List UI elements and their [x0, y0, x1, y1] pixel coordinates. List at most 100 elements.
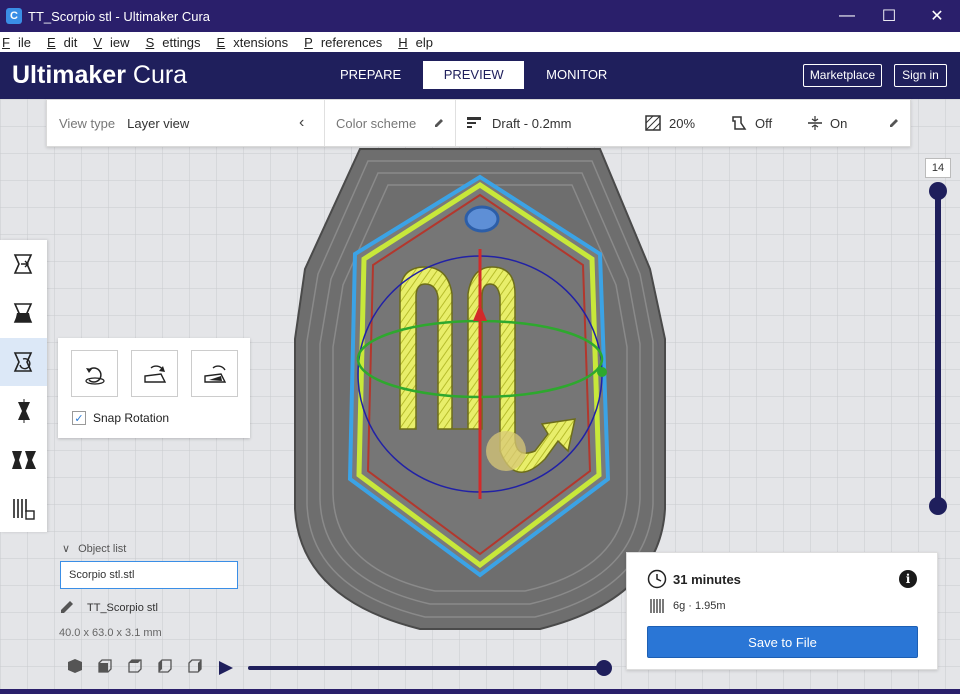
scale-tool[interactable]	[0, 289, 47, 337]
object-list-toggle[interactable]: ∨ Object list	[62, 542, 126, 555]
view-top-button[interactable]	[120, 655, 150, 677]
view-type-value: Layer view	[127, 115, 190, 131]
view-type-selector[interactable]: View type Layer view ‹	[59, 100, 304, 146]
play-icon[interactable]	[219, 661, 233, 675]
object-list-item[interactable]: Scorpio stl.stl	[60, 561, 238, 589]
window-title: TT_Scorpio stl - Ultimaker Cura	[28, 9, 211, 24]
rotate-icon	[13, 352, 32, 372]
top-view-icon	[128, 659, 142, 673]
mirror-tool[interactable]	[0, 387, 47, 435]
rotate-tool[interactable]	[0, 338, 47, 386]
color-scheme-label: Color scheme	[336, 115, 417, 131]
simulation-slider[interactable]	[212, 657, 622, 679]
view-toolbar: View type Layer view ‹ Color scheme Draf…	[46, 99, 911, 147]
pencil-icon[interactable]	[59, 599, 75, 615]
menu-file[interactable]: File	[2, 35, 39, 50]
menu-bar: File Edit View Settings Extensions Prefe…	[0, 32, 960, 52]
support-blocker-icon	[12, 499, 35, 520]
ultimaker-cura-logo: Ultimaker Cura	[12, 61, 188, 89]
tab-monitor[interactable]: MONITOR	[528, 61, 625, 89]
adhesion-icon	[808, 116, 822, 130]
view-type-label: View type	[59, 115, 116, 131]
reset-rotation-button[interactable]	[71, 350, 118, 397]
chevron-down-icon: ∨	[62, 543, 71, 555]
layer-slider[interactable]: 14	[920, 157, 956, 517]
lay-flat-button[interactable]	[131, 350, 178, 397]
menu-preferences[interactable]: Preferences	[304, 35, 390, 50]
move-tool[interactable]	[0, 240, 47, 288]
per-model-settings-tool[interactable]	[0, 436, 47, 484]
stage-tabs: PREPARE PREVIEW MONITOR	[322, 61, 629, 89]
tool-panel	[0, 240, 47, 532]
chevron-left-icon: ‹	[299, 114, 305, 131]
color-scheme-selector[interactable]: Color scheme	[336, 100, 445, 146]
object-list-label: Object list	[78, 543, 127, 555]
sign-in-button[interactable]: Sign in	[894, 64, 947, 87]
print-settings-selector[interactable]: Draft - 0.2mm 20% Off On	[467, 100, 907, 146]
tab-preview[interactable]: PREVIEW	[423, 61, 525, 89]
object-dimensions: 40.0 x 63.0 x 3.1 mm	[59, 627, 162, 639]
right-view-icon	[188, 659, 202, 673]
info-icon[interactable]: i	[899, 570, 917, 588]
snap-rotation-label: Snap Rotation	[93, 411, 170, 425]
infill-value: 20%	[669, 115, 696, 131]
divider	[455, 100, 456, 146]
menu-extensions[interactable]: Extensions	[217, 35, 297, 50]
pencil-icon	[435, 119, 444, 127]
profile-icon	[467, 117, 481, 128]
view-front-button[interactable]	[90, 655, 120, 677]
view-right-button[interactable]	[180, 655, 210, 677]
infill-icon	[645, 115, 661, 131]
layer-track	[935, 191, 941, 505]
3d-view-icon	[68, 659, 82, 673]
adhesion-value: On	[830, 115, 848, 131]
support-icon	[732, 116, 747, 130]
view-3d-button[interactable]	[60, 655, 90, 677]
menu-settings[interactable]: Settings	[146, 35, 209, 50]
reset-rotation-icon	[84, 366, 105, 385]
checkmark-icon: ✓	[72, 411, 86, 425]
select-face-to-align-button[interactable]	[191, 350, 238, 397]
per-model-settings-icon	[11, 451, 36, 469]
maximize-button[interactable]: ☐	[866, 0, 912, 32]
marketplace-button[interactable]: Marketplace	[803, 64, 882, 87]
rotate-options-panel: ✓ Snap Rotation	[58, 338, 250, 438]
menu-edit[interactable]: Edit	[47, 35, 85, 50]
title-bar: C TT_Scorpio stl - Ultimaker Cura — ☐ ✕	[0, 0, 960, 32]
menu-help[interactable]: Help	[398, 35, 441, 50]
support-blocker-tool[interactable]	[0, 485, 47, 533]
move-icon	[13, 254, 32, 274]
simulation-handle[interactable]	[596, 660, 612, 676]
left-view-icon	[158, 659, 172, 673]
print-information-panel: 31 minutes i 6g · 1.95m Save to File	[626, 552, 938, 670]
camera-view-buttons	[60, 655, 210, 677]
front-view-icon	[98, 659, 112, 673]
layer-bottom-handle[interactable]	[929, 497, 947, 515]
job-name[interactable]: TT_Scorpio stl	[87, 602, 158, 614]
simulation-slider-graphic	[219, 660, 612, 676]
snap-rotation-checkbox[interactable]: ✓ Snap Rotation	[72, 411, 169, 425]
close-button[interactable]: ✕	[914, 0, 960, 32]
cura-app-icon: C	[6, 8, 22, 24]
lay-flat-icon	[143, 364, 166, 383]
layer-top-handle[interactable]	[929, 182, 947, 200]
save-to-file-button[interactable]: Save to File	[647, 626, 918, 658]
material-spool-icon	[650, 599, 664, 613]
profile-value: Draft - 0.2mm	[492, 115, 572, 131]
pencil-icon	[890, 119, 898, 127]
align-face-icon	[203, 364, 226, 383]
mirror-icon	[17, 399, 30, 423]
divider	[324, 100, 325, 146]
material-usage: 6g · 1.95m	[673, 600, 726, 612]
clock-icon	[647, 569, 667, 589]
support-value: Off	[755, 115, 773, 131]
tab-prepare[interactable]: PREPARE	[322, 61, 419, 89]
print-time: 31 minutes	[673, 572, 741, 587]
window-bottom-border	[0, 689, 960, 694]
model-layer-view	[294, 148, 666, 630]
layer-slider-graphic	[929, 182, 947, 515]
view-left-button[interactable]	[150, 655, 180, 677]
minimize-button[interactable]: —	[824, 0, 870, 32]
menu-view[interactable]: View	[93, 35, 137, 50]
simulation-track	[248, 666, 604, 670]
